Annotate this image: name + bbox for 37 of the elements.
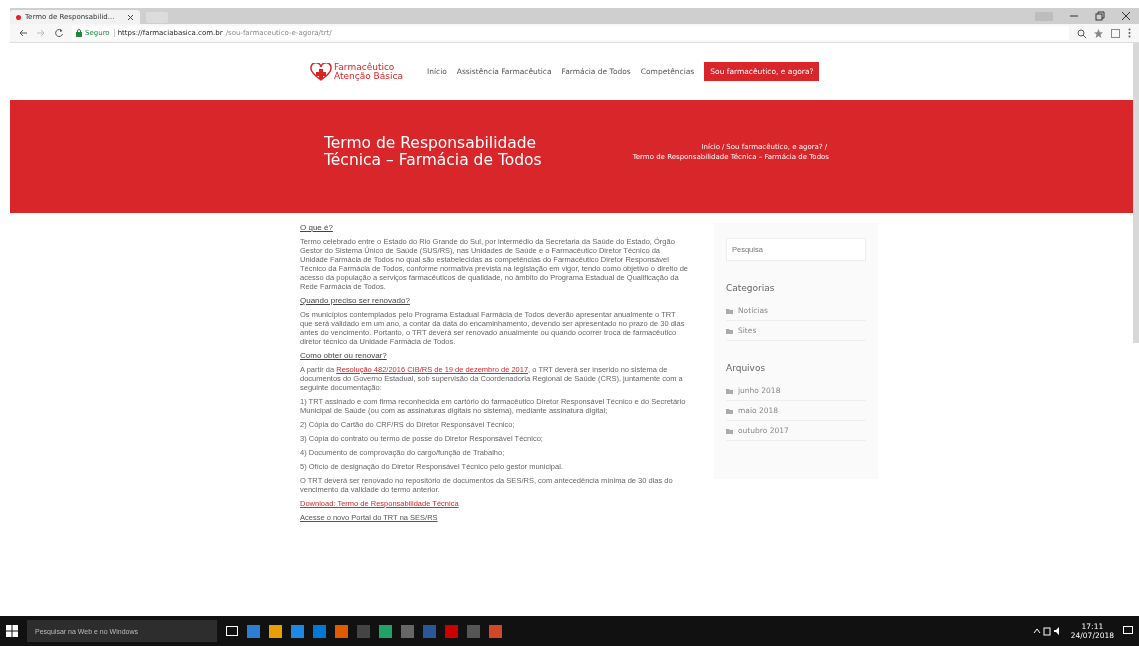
folder-icon [726, 387, 733, 394]
menu-icon[interactable] [1128, 28, 1131, 38]
system-tray-icon[interactable] [1031, 626, 1062, 636]
back-icon[interactable] [18, 28, 28, 38]
close-icon[interactable] [127, 13, 134, 21]
windows-start-icon[interactable] [6, 625, 18, 637]
star-icon[interactable] [1094, 28, 1103, 38]
section-heading: O que é? [300, 223, 334, 232]
logo-text: Atenção Básica [334, 71, 403, 81]
task-view-icon[interactable] [226, 626, 238, 636]
folder-icon [726, 327, 733, 334]
extension-icon[interactable] [1111, 28, 1120, 38]
folder-icon [726, 427, 733, 434]
app-icon[interactable] [247, 624, 260, 638]
logo-icon [310, 62, 332, 81]
notification-icon[interactable] [1123, 626, 1133, 636]
page-title: Termo de Responsabilidade Técnica – Farmácia de Todos [324, 134, 543, 169]
favicon-icon [16, 14, 21, 20]
lock-icon [76, 29, 82, 37]
restore-icon[interactable] [1095, 11, 1105, 21]
logo-text: Farmacêutico [334, 62, 396, 72]
scrollbar[interactable] [1133, 43, 1139, 343]
app-icon[interactable] [291, 624, 304, 638]
section-heading: Como obter ou renovar? [300, 351, 388, 360]
folder-icon [726, 407, 733, 414]
close-icon[interactable] [1121, 11, 1131, 21]
reload-icon[interactable] [54, 28, 64, 38]
app-icon[interactable] [269, 624, 282, 638]
zoom-icon[interactable] [1077, 28, 1086, 38]
widget-title: Categorias [726, 283, 776, 293]
folder-icon [726, 307, 733, 314]
widget-title: Arquivos [726, 363, 767, 373]
section-heading: Quando preciso ser renovado? [300, 296, 411, 305]
app-icon[interactable] [335, 624, 348, 638]
app-icon[interactable] [489, 624, 502, 638]
app-icon[interactable] [379, 624, 392, 638]
app-icon[interactable] [313, 624, 326, 638]
